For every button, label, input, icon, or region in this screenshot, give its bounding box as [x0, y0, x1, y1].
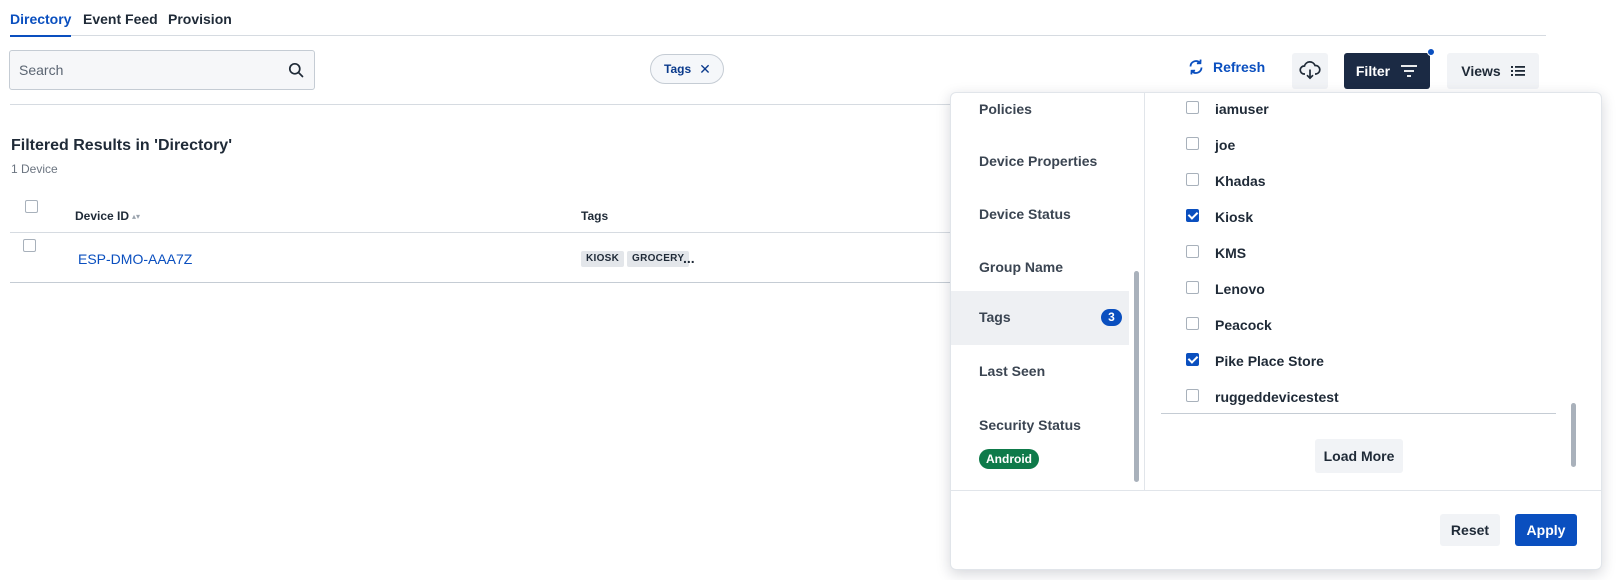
filter-option-khadas[interactable]: Khadas	[1146, 164, 1566, 200]
table-header: Device ID ▴▾ Tags	[10, 200, 960, 233]
table-row: ESP-DMO-AAA7Z KIOSK GROCERY ...	[10, 234, 960, 283]
option-checkbox[interactable]	[1186, 137, 1199, 150]
option-checkbox[interactable]	[1186, 173, 1199, 186]
option-checkbox-checked[interactable]	[1186, 353, 1199, 366]
filter-label: Filter	[1355, 63, 1391, 79]
filter-option-peacock[interactable]: Peacock	[1146, 308, 1566, 344]
filter-panel-footer: Reset Apply	[951, 490, 1601, 569]
row-checkbox[interactable]	[23, 239, 36, 252]
option-checkbox[interactable]	[1186, 317, 1199, 330]
list-icon	[1510, 66, 1525, 76]
android-badge: Android	[979, 449, 1039, 469]
tags-filter-chip[interactable]: Tags ✕	[650, 54, 724, 84]
tags-more: ...	[683, 250, 695, 266]
filter-option-lenovo[interactable]: Lenovo	[1146, 272, 1566, 308]
option-checkbox[interactable]	[1186, 281, 1199, 294]
load-more-button[interactable]: Load More	[1315, 439, 1403, 473]
filter-options-list: iamuser joe Khadas Kiosk KMS Lenovo Peac…	[1146, 93, 1601, 490]
filter-category-device-properties[interactable]: Device Properties	[951, 143, 1129, 197]
refresh-icon	[1189, 59, 1203, 75]
options-scrollbar[interactable]	[1571, 403, 1576, 467]
download-button[interactable]	[1292, 53, 1328, 89]
filter-category-security-status[interactable]: Security Status	[951, 407, 1129, 461]
views-button[interactable]: Views	[1447, 53, 1539, 89]
filter-option-kms[interactable]: KMS	[1146, 236, 1566, 272]
search-box	[9, 50, 315, 90]
options-divider	[1161, 413, 1556, 414]
tag-pill: KIOSK	[581, 251, 625, 267]
select-all-checkbox[interactable]	[25, 200, 38, 213]
option-checkbox[interactable]	[1186, 389, 1199, 402]
filter-option-pike-place-store[interactable]: Pike Place Store	[1146, 344, 1566, 380]
filter-panel: Policies Device Properties Device Status…	[950, 92, 1602, 570]
tag-pill: GROCERY	[627, 251, 690, 267]
tab-event-feed[interactable]: Event Feed	[83, 11, 158, 27]
option-checkbox[interactable]	[1186, 245, 1199, 258]
refresh-label: Refresh	[1213, 59, 1266, 75]
category-scrollbar[interactable]	[1134, 271, 1139, 482]
filter-category-last-seen[interactable]: Last Seen	[951, 353, 1129, 407]
filter-category-device-status[interactable]: Device Status	[951, 196, 1129, 250]
search-input[interactable]	[10, 51, 314, 89]
toolbar-divider	[10, 104, 960, 105]
filter-option-ruggeddevicestest[interactable]: ruggeddevicestest	[1146, 380, 1566, 416]
results-title: Filtered Results in 'Directory'	[11, 137, 232, 154]
filter-button[interactable]: Filter	[1344, 48, 1435, 89]
refresh-button[interactable]: Refresh	[1187, 58, 1265, 76]
sort-icon[interactable]: ▴▾	[132, 212, 140, 221]
column-header-tags: Tags	[581, 209, 609, 223]
filter-active-indicator	[1427, 48, 1435, 56]
filter-category-list: Policies Device Properties Device Status…	[951, 93, 1145, 490]
filter-category-policies[interactable]: Policies	[951, 93, 1129, 147]
tags-count-badge: 3	[1101, 309, 1122, 326]
tab-provision[interactable]: Provision	[168, 11, 232, 27]
option-checkbox[interactable]	[1186, 101, 1199, 114]
tab-directory[interactable]: Directory	[10, 11, 72, 37]
option-checkbox-checked[interactable]	[1186, 209, 1199, 222]
filter-category-tags[interactable]: Tags 3	[951, 291, 1129, 345]
filter-option-iamuser[interactable]: iamuser	[1146, 93, 1566, 128]
top-tabs: Directory Event Feed Provision	[10, 0, 1546, 37]
filter-lines-icon	[1401, 65, 1418, 77]
column-header-device-id[interactable]: Device ID ▴▾	[75, 209, 140, 223]
views-label: Views	[1461, 63, 1501, 79]
device-id-link[interactable]: ESP-DMO-AAA7Z	[78, 251, 192, 267]
close-icon[interactable]: ✕	[699, 61, 711, 78]
filter-option-kiosk[interactable]: Kiosk	[1146, 200, 1566, 236]
filter-option-joe[interactable]: joe	[1146, 128, 1566, 164]
search-icon[interactable]	[288, 62, 304, 78]
cloud-download-icon	[1299, 61, 1321, 80]
chip-label: Tags	[664, 62, 692, 76]
apply-button[interactable]: Apply	[1515, 514, 1577, 546]
results-count: 1 Device	[11, 162, 58, 176]
reset-button[interactable]: Reset	[1440, 514, 1500, 546]
